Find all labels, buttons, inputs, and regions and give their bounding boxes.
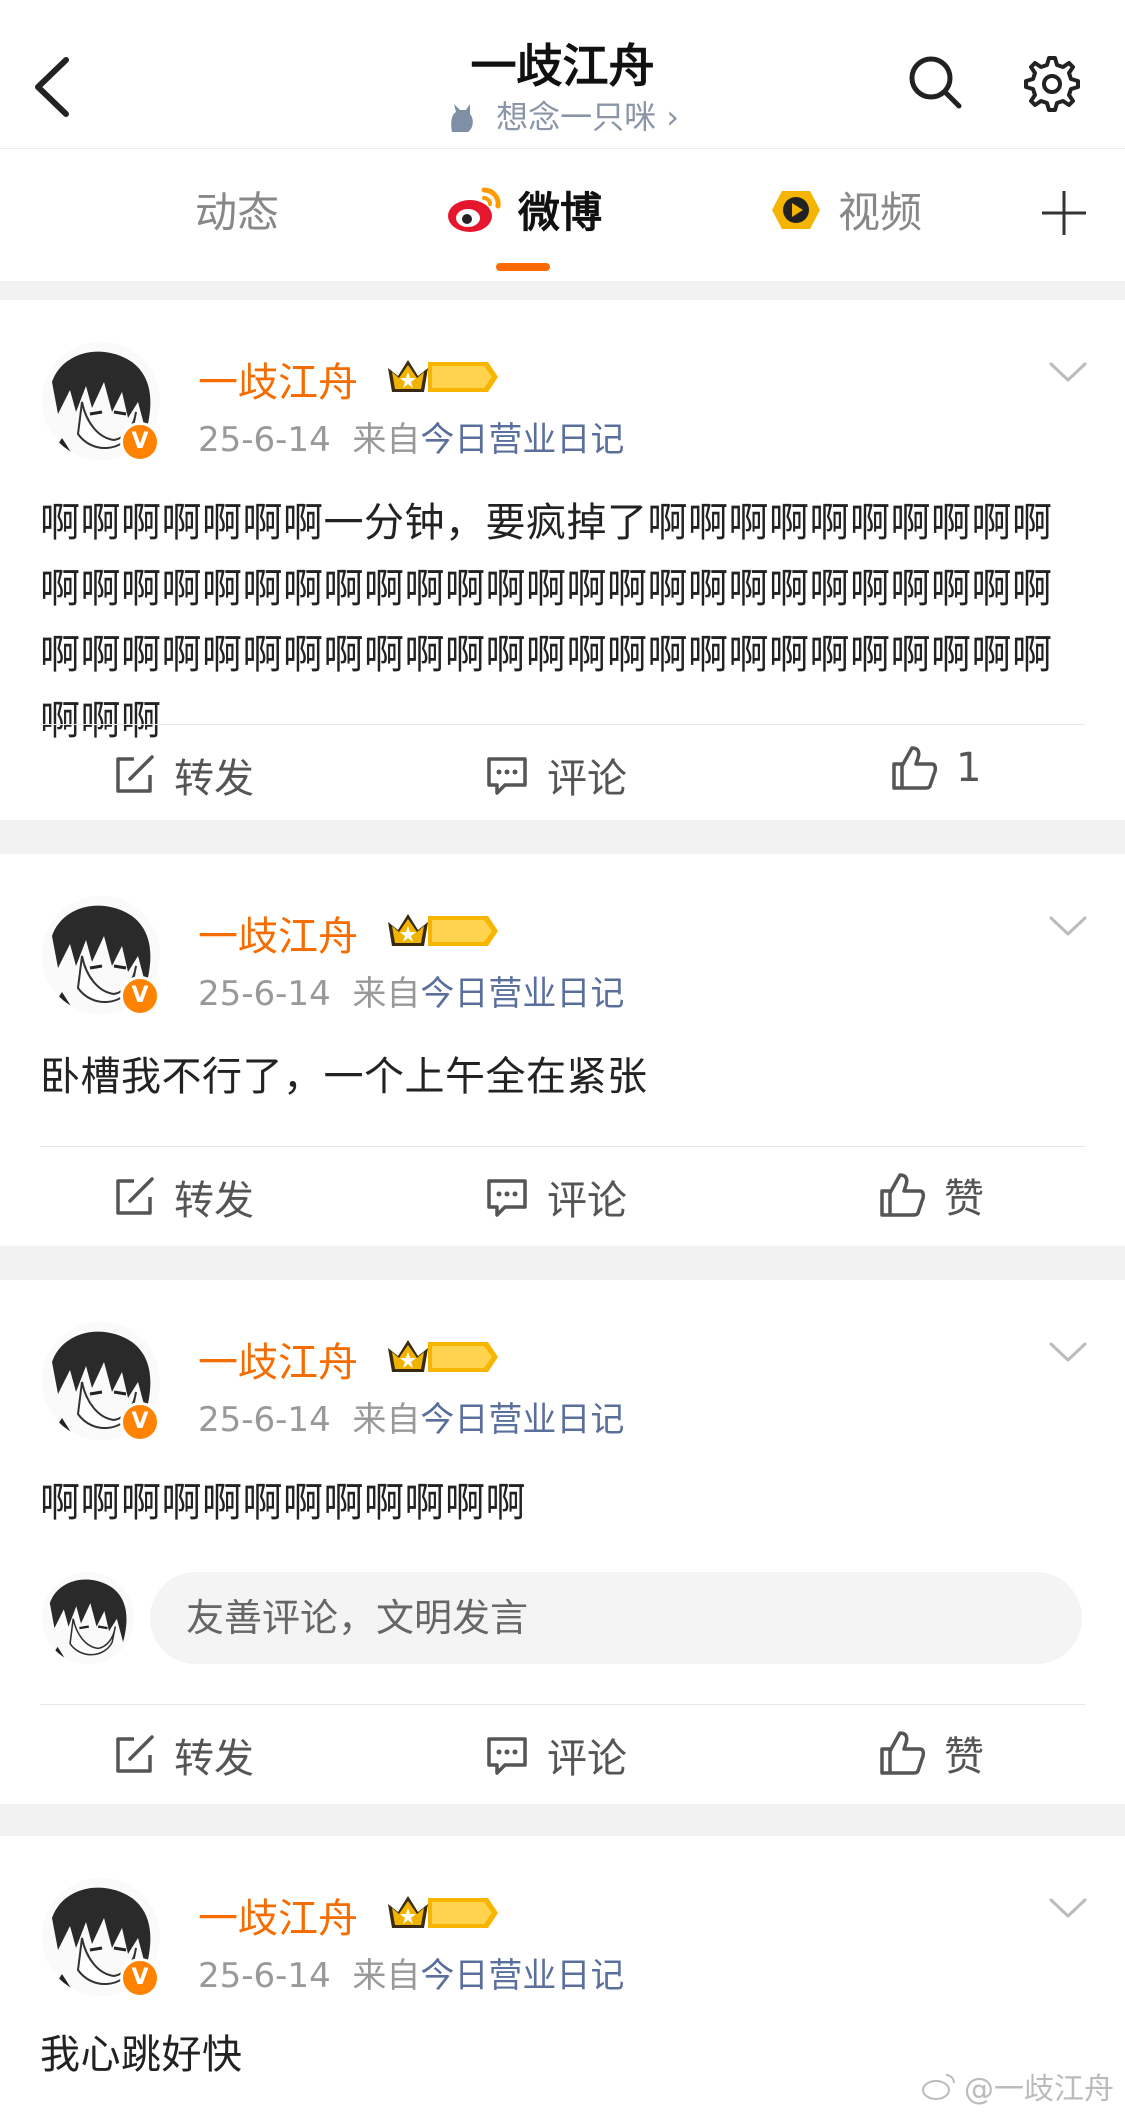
gear-icon[interactable] bbox=[1020, 52, 1080, 112]
username[interactable]: 一歧江舟 bbox=[198, 1330, 358, 1388]
post-date: 25-6-14 bbox=[198, 420, 331, 460]
username[interactable]: 一歧江舟 bbox=[198, 1886, 358, 1944]
repost-icon bbox=[112, 1175, 156, 1219]
repost-label: 转发 bbox=[174, 1178, 254, 1224]
from-label: 来自 bbox=[352, 974, 421, 1014]
tab-dynamics[interactable]: 动态 bbox=[195, 179, 279, 240]
post-date: 25-6-14 bbox=[198, 1956, 331, 1996]
post-source[interactable]: 今日营业日记 bbox=[420, 1400, 624, 1440]
comment-label: 评论 bbox=[547, 1178, 627, 1224]
tab-label: 视频 bbox=[838, 188, 923, 237]
post-text: 啊啊啊啊啊啊啊一分钟，要疯掉了啊啊啊啊啊啊啊啊啊啊啊啊啊啊啊啊啊啊啊啊啊啊啊啊啊… bbox=[40, 500, 1053, 744]
verified-badge-icon: V bbox=[120, 1402, 160, 1442]
my-avatar bbox=[42, 1572, 134, 1664]
tab-bar: 动态 微博 视频 bbox=[0, 149, 1125, 281]
repost-button[interactable]: 转发 bbox=[112, 1168, 254, 1226]
verified-badge-icon: V bbox=[120, 422, 160, 462]
verified-badge-icon: V bbox=[120, 1958, 160, 1998]
comment-icon bbox=[485, 753, 529, 797]
watermark: @一歧江舟 bbox=[920, 2064, 1114, 2108]
chevron-down-icon[interactable] bbox=[1048, 1340, 1088, 1364]
verified-badge-icon: V bbox=[120, 976, 160, 1016]
comment-button[interactable]: 评论 bbox=[485, 1726, 627, 1784]
post-source[interactable]: 今日营业日记 bbox=[420, 974, 624, 1014]
post-meta: 25-6-14 来自今日营业日记 bbox=[198, 1392, 624, 1441]
post-date: 25-6-14 bbox=[198, 1400, 331, 1440]
active-tab-indicator bbox=[496, 263, 550, 271]
post-date: 25-6-14 bbox=[198, 974, 331, 1014]
chevron-down-icon[interactable] bbox=[1048, 360, 1088, 384]
comment-button[interactable]: 评论 bbox=[485, 746, 627, 804]
tab-label: 微博 bbox=[518, 188, 603, 237]
post-meta: 25-6-14 来自今日营业日记 bbox=[198, 1948, 624, 1997]
comment-icon bbox=[485, 1733, 529, 1777]
post-text: 啊啊啊啊啊啊啊啊啊啊啊啊 bbox=[40, 1480, 526, 1526]
post-meta: 25-6-14 来自今日营业日记 bbox=[198, 412, 624, 461]
like-button[interactable]: 赞 bbox=[878, 1166, 984, 1224]
post-source[interactable]: 今日营业日记 bbox=[420, 1956, 624, 1996]
tab-weibo[interactable]: 微博 bbox=[444, 179, 602, 240]
from-label: 来自 bbox=[352, 1956, 421, 1996]
from-label: 来自 bbox=[352, 1400, 421, 1440]
post-text: 卧槽我不行了，一个上午全在紧张 bbox=[40, 1054, 648, 1100]
post-source[interactable]: 今日营业日记 bbox=[420, 420, 624, 460]
post-card[interactable]: V 一歧江舟 25-6-14 来自今日营业日记 卧槽我不行了，一个上午全在紧张 … bbox=[0, 854, 1125, 1246]
cat-icon bbox=[451, 104, 473, 132]
post-card[interactable]: V 一歧江舟 25-6-14 来自今日营业日记 啊啊啊啊啊啊啊啊啊啊啊啊 友善评… bbox=[0, 1280, 1125, 1804]
tab-label: 动态 bbox=[195, 188, 280, 237]
like-count: 1 bbox=[956, 745, 982, 791]
comment-button[interactable]: 评论 bbox=[485, 1168, 627, 1226]
comment-label: 评论 bbox=[547, 756, 627, 802]
divider bbox=[40, 724, 1085, 725]
repost-icon bbox=[112, 753, 156, 797]
search-icon[interactable] bbox=[905, 52, 965, 112]
repost-button[interactable]: 转发 bbox=[112, 1726, 254, 1784]
chevron-down-icon[interactable] bbox=[1048, 1896, 1088, 1920]
repost-label: 转发 bbox=[174, 1736, 254, 1782]
thumbs-up-icon bbox=[878, 1171, 926, 1219]
crown-level-badge-icon bbox=[384, 1892, 500, 1934]
crown-level-badge-icon bbox=[384, 1336, 500, 1378]
divider bbox=[40, 1146, 1085, 1147]
comment-icon bbox=[485, 1175, 529, 1219]
add-tab-icon[interactable] bbox=[1040, 189, 1088, 237]
weibo-watermark-icon bbox=[922, 2074, 955, 2100]
like-label: 赞 bbox=[944, 1176, 984, 1222]
top-bar: 一歧江舟 想念一只咪 › bbox=[0, 0, 1125, 149]
thumbs-up-icon bbox=[890, 744, 938, 792]
comment-input[interactable]: 友善评论，文明发言 bbox=[150, 1572, 1082, 1664]
chevron-down-icon[interactable] bbox=[1048, 914, 1088, 938]
thumbs-up-icon bbox=[878, 1729, 926, 1777]
like-button[interactable]: 1 bbox=[890, 744, 981, 792]
post-card[interactable]: V 一歧江舟 25-6-14 来自今日营业日记 啊啊啊啊啊啊啊一分钟，要疯掉了啊… bbox=[0, 300, 1125, 820]
crown-level-badge-icon bbox=[384, 910, 500, 952]
video-play-icon bbox=[772, 190, 820, 229]
crown-level-badge-icon bbox=[384, 356, 500, 398]
tab-video[interactable]: 视频 bbox=[768, 179, 922, 240]
repost-icon bbox=[112, 1733, 156, 1777]
like-label: 赞 bbox=[944, 1734, 984, 1780]
repost-label: 转发 bbox=[174, 756, 254, 802]
post-meta: 25-6-14 来自今日营业日记 bbox=[198, 966, 624, 1015]
like-button[interactable]: 赞 bbox=[878, 1724, 984, 1782]
username[interactable]: 一歧江舟 bbox=[198, 904, 358, 962]
divider bbox=[40, 1704, 1085, 1705]
subtitle-text: 想念一只咪 › bbox=[496, 98, 680, 136]
repost-button[interactable]: 转发 bbox=[112, 746, 254, 804]
weibo-logo-icon bbox=[448, 186, 501, 232]
from-label: 来自 bbox=[352, 420, 421, 460]
username[interactable]: 一歧江舟 bbox=[198, 350, 358, 408]
comment-label: 评论 bbox=[547, 1736, 627, 1782]
watermark-text: @一歧江舟 bbox=[964, 2072, 1114, 2107]
